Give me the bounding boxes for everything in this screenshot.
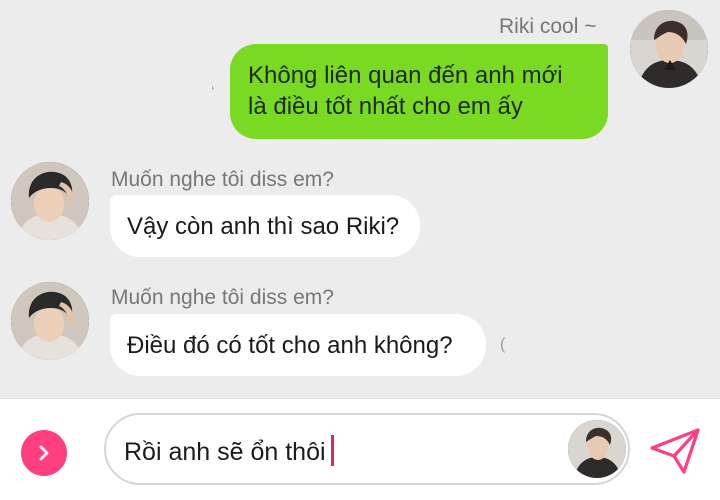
message-bubble-incoming[interactable]: Vậy còn anh thì sao Riki? <box>110 195 420 257</box>
message-bubble-outgoing[interactable]: Không liên quan đến anh mới là điều tốt … <box>230 44 608 139</box>
sender-name: Muốn nghe tôi diss em? <box>111 168 334 191</box>
send-paper-plane-icon <box>650 428 700 474</box>
chevron-right-icon <box>39 445 49 461</box>
user-avatar-contact[interactable] <box>11 282 89 360</box>
send-button[interactable] <box>648 426 702 476</box>
message-composer: Rồi anh sẽ ổn thôi <box>0 398 720 500</box>
avatar-image <box>11 162 89 240</box>
sender-name: Riki cool ~ <box>499 15 597 38</box>
sender-avatar[interactable] <box>568 420 626 478</box>
message-text: Điều đó có tốt cho anh không? <box>127 332 453 359</box>
user-avatar-contact[interactable] <box>11 162 89 240</box>
sender-name: Muốn nghe tôi diss em? <box>111 286 334 309</box>
user-avatar-riki[interactable] <box>630 10 708 88</box>
chat-area: Riki cool ~ Không liên quan đến anh mới … <box>0 0 720 398</box>
message-input[interactable]: Rồi anh sẽ ổn thôi <box>104 413 630 485</box>
avatar-image <box>11 282 89 360</box>
message-input-text: Rồi anh sẽ ổn thôi <box>124 438 326 466</box>
avatar-image <box>568 420 626 478</box>
expand-button[interactable] <box>21 430 67 476</box>
avatar-image <box>630 10 708 88</box>
message-input-value[interactable]: Rồi anh sẽ ổn thôi <box>124 435 334 467</box>
message-bubble-incoming[interactable]: Điều đó có tốt cho anh không? <box>110 314 486 376</box>
read-indicator: ‘ <box>211 84 215 101</box>
read-indicator: ( <box>500 336 506 353</box>
message-text-line: là điều tốt nhất cho em ấy <box>248 93 523 120</box>
text-caret <box>330 435 334 466</box>
message-text-line: Không liên quan đến anh mới <box>248 62 563 89</box>
message-text: Vậy còn anh thì sao Riki? <box>127 213 400 240</box>
